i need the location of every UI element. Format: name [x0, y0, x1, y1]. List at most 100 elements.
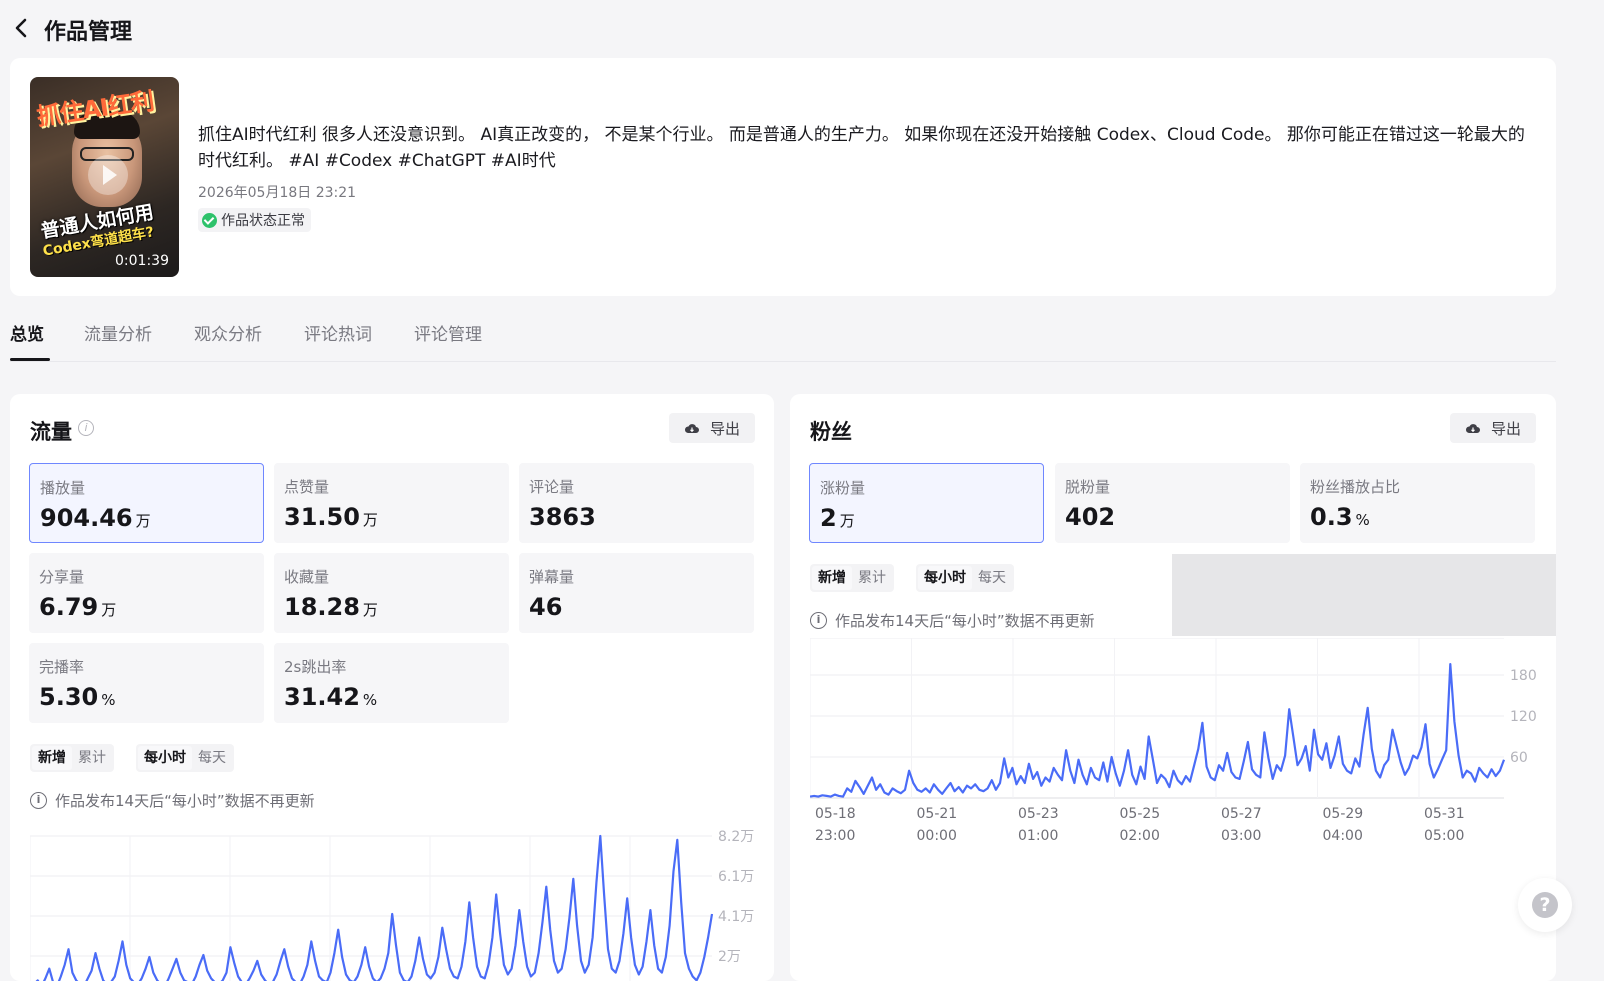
metric-value: 402 — [1065, 503, 1116, 531]
metric-completion-rate[interactable]: 完播率 5.30% — [29, 643, 264, 723]
y-tick-label: 4.1万 — [718, 909, 754, 925]
status-text: 作品状态正常 — [221, 213, 305, 229]
metric-plays[interactable]: 播放量 904.46 万 — [29, 463, 264, 543]
x-tick-label-date: 05-18 — [815, 806, 856, 822]
active-tab-indicator — [10, 358, 50, 361]
fans-line-chart: 180 120 60 05-18 23:00 05-21 00:00 05-23 01:00 05… — [809, 637, 1537, 844]
fans-panel: 粉丝 导出 涨粉量 2万 脱粉量 402 粉丝播放占比 0.3% 新增 累计 每… — [790, 394, 1556, 981]
fans-export-button[interactable]: 导出 — [1450, 413, 1536, 443]
cloud-download-icon — [1465, 423, 1480, 433]
metric-value: 3863 — [529, 503, 596, 531]
metric-fans-lost[interactable]: 脱粉量 402 — [1055, 463, 1290, 543]
toggle-cumulative[interactable]: 累计 — [72, 746, 112, 770]
tab-overview[interactable]: 总览 — [10, 320, 44, 345]
notice-text: 作品发布14天后“每小时”数据不再更新 — [835, 612, 1095, 630]
toggle-new[interactable]: 新增 — [32, 746, 72, 770]
x-tick-label-date: 05-27 — [1221, 806, 1262, 822]
top-bar: 作品管理 — [0, 0, 1604, 58]
metric-value: 6.79 万 — [39, 593, 117, 621]
metric-label: 分享量 — [39, 568, 85, 586]
video-duration: 0:01:39 — [115, 253, 169, 269]
metric-label: 点赞量 — [284, 478, 330, 496]
metric-label: 粉丝播放占比 — [1310, 478, 1401, 496]
toggle-new[interactable]: 新增 — [812, 566, 852, 590]
y-tick-label: 8.2万 — [718, 829, 754, 845]
y-tick-label: 120 — [1510, 709, 1537, 725]
metric-value: 31.50 万 — [284, 503, 378, 531]
toggle-daily[interactable]: 每天 — [192, 746, 232, 770]
metric-fans-gained[interactable]: 涨粉量 2万 — [809, 463, 1044, 543]
toggle-hourly[interactable]: 每小时 — [138, 746, 192, 770]
x-tick-label-time: 03:00 — [1221, 828, 1261, 844]
metric-value: 2万 — [820, 504, 855, 532]
fans-chart: 180 120 60 05-18 23:00 05-21 00:00 05-23 01:00 05… — [809, 637, 1545, 853]
toggle-cumulative[interactable]: 累计 — [852, 566, 892, 590]
video-info-card: 抓住AI红利 普通人如何用 Codex弯道超车? 0:01:39 抓住AI时代红… — [10, 58, 1556, 296]
metric-label: 涨粉量 — [820, 479, 866, 497]
metric-likes[interactable]: 点赞量 31.50 万 — [274, 463, 509, 543]
status-badge: 作品状态正常 — [198, 208, 311, 232]
back-arrow-icon[interactable] — [10, 16, 34, 40]
toggle-hourly[interactable]: 每小时 — [918, 566, 972, 590]
x-tick-label-date: 05-25 — [1120, 806, 1161, 822]
y-tick-label: 60 — [1510, 750, 1528, 766]
video-thumbnail[interactable]: 抓住AI红利 普通人如何用 Codex弯道超车? 0:01:39 — [30, 77, 179, 277]
page-title: 作品管理 — [44, 20, 133, 45]
y-tick-label: 2万 — [718, 949, 741, 965]
y-tick-label: 6.1万 — [718, 869, 754, 885]
play-icon[interactable] — [88, 155, 128, 195]
x-tick-label-date: 05-29 — [1323, 806, 1364, 822]
notice-text: 作品发布14天后“每小时”数据不再更新 — [55, 792, 315, 810]
metric-label: 脱粉量 — [1065, 478, 1111, 496]
traffic-panel-title: 流量 — [30, 420, 72, 444]
x-tick-label-time: 02:00 — [1120, 828, 1160, 844]
metric-value: 31.42% — [284, 683, 378, 711]
metric-favorites[interactable]: 收藏量 18.28 万 — [274, 553, 509, 633]
toggle-daily[interactable]: 每天 — [972, 566, 1012, 590]
x-tick-label-date: 05-21 — [917, 806, 958, 822]
metric-label: 评论量 — [529, 478, 575, 496]
traffic-chart: 8.2万 6.1万 4.1万 2万 — [29, 818, 760, 981]
metric-label: 播放量 — [40, 479, 86, 497]
x-tick-label-date: 05-31 — [1424, 806, 1465, 822]
metric-fan-play-ratio[interactable]: 粉丝播放占比 0.3% — [1300, 463, 1535, 543]
metric-comments[interactable]: 评论量 3863 — [519, 463, 754, 543]
tab-traffic-analysis[interactable]: 流量分析 — [84, 320, 152, 345]
check-circle-icon — [202, 212, 217, 228]
traffic-export-button[interactable]: 导出 — [669, 413, 755, 443]
info-icon[interactable]: i — [78, 420, 94, 436]
fans-mode-toggle: 新增 累计 — [810, 564, 894, 592]
tab-audience-analysis[interactable]: 观众分析 — [194, 320, 262, 345]
traffic-line-chart: 8.2万 6.1万 4.1万 2万 — [29, 829, 754, 981]
fans-period-toggle: 每小时 每天 — [916, 564, 1014, 592]
metric-danmaku[interactable]: 弹幕量 46 — [519, 553, 754, 633]
export-label: 导出 — [709, 419, 740, 438]
x-tick-label-time: 04:00 — [1323, 828, 1363, 844]
metric-label: 2s跳出率 — [284, 658, 347, 676]
metric-value: 5.30% — [39, 683, 116, 711]
tab-comment-keywords[interactable]: 评论热词 — [304, 320, 372, 345]
metric-value: 46 — [529, 593, 563, 621]
help-button[interactable]: ? — [1518, 878, 1572, 932]
metric-value: 904.46 万 — [40, 504, 151, 532]
fans-panel-title: 粉丝 — [810, 420, 852, 444]
metric-value: 18.28 万 — [284, 593, 378, 621]
y-tick-label: 180 — [1510, 668, 1537, 684]
metric-label: 弹幕量 — [529, 568, 575, 586]
metric-value: 0.3% — [1310, 503, 1370, 531]
question-icon: ? — [1532, 892, 1558, 918]
tab-comment-management[interactable]: 评论管理 — [414, 320, 482, 345]
info-circle-icon: i — [810, 612, 827, 629]
export-label: 导出 — [1490, 419, 1521, 438]
metric-bounce-rate[interactable]: 2s跳出率 31.42% — [274, 643, 509, 723]
metric-shares[interactable]: 分享量 6.79 万 — [29, 553, 264, 633]
traffic-period-toggle: 每小时 每天 — [136, 744, 234, 772]
fans-notice: i 作品发布14天后“每小时”数据不再更新 — [810, 610, 1095, 631]
tooltip-placeholder — [1172, 554, 1556, 636]
traffic-panel: 流量 i 导出 播放量 904.46 万 点赞量 31.50 万 评论量 3863 … — [10, 394, 774, 981]
metric-label: 完播率 — [39, 658, 85, 676]
cloud-download-icon — [684, 423, 699, 433]
fans-series-line — [809, 663, 1506, 798]
tab-bar: 总览 流量分析 观众分析 评论热词 评论管理 — [10, 318, 1556, 362]
traffic-series-line — [35, 834, 714, 981]
